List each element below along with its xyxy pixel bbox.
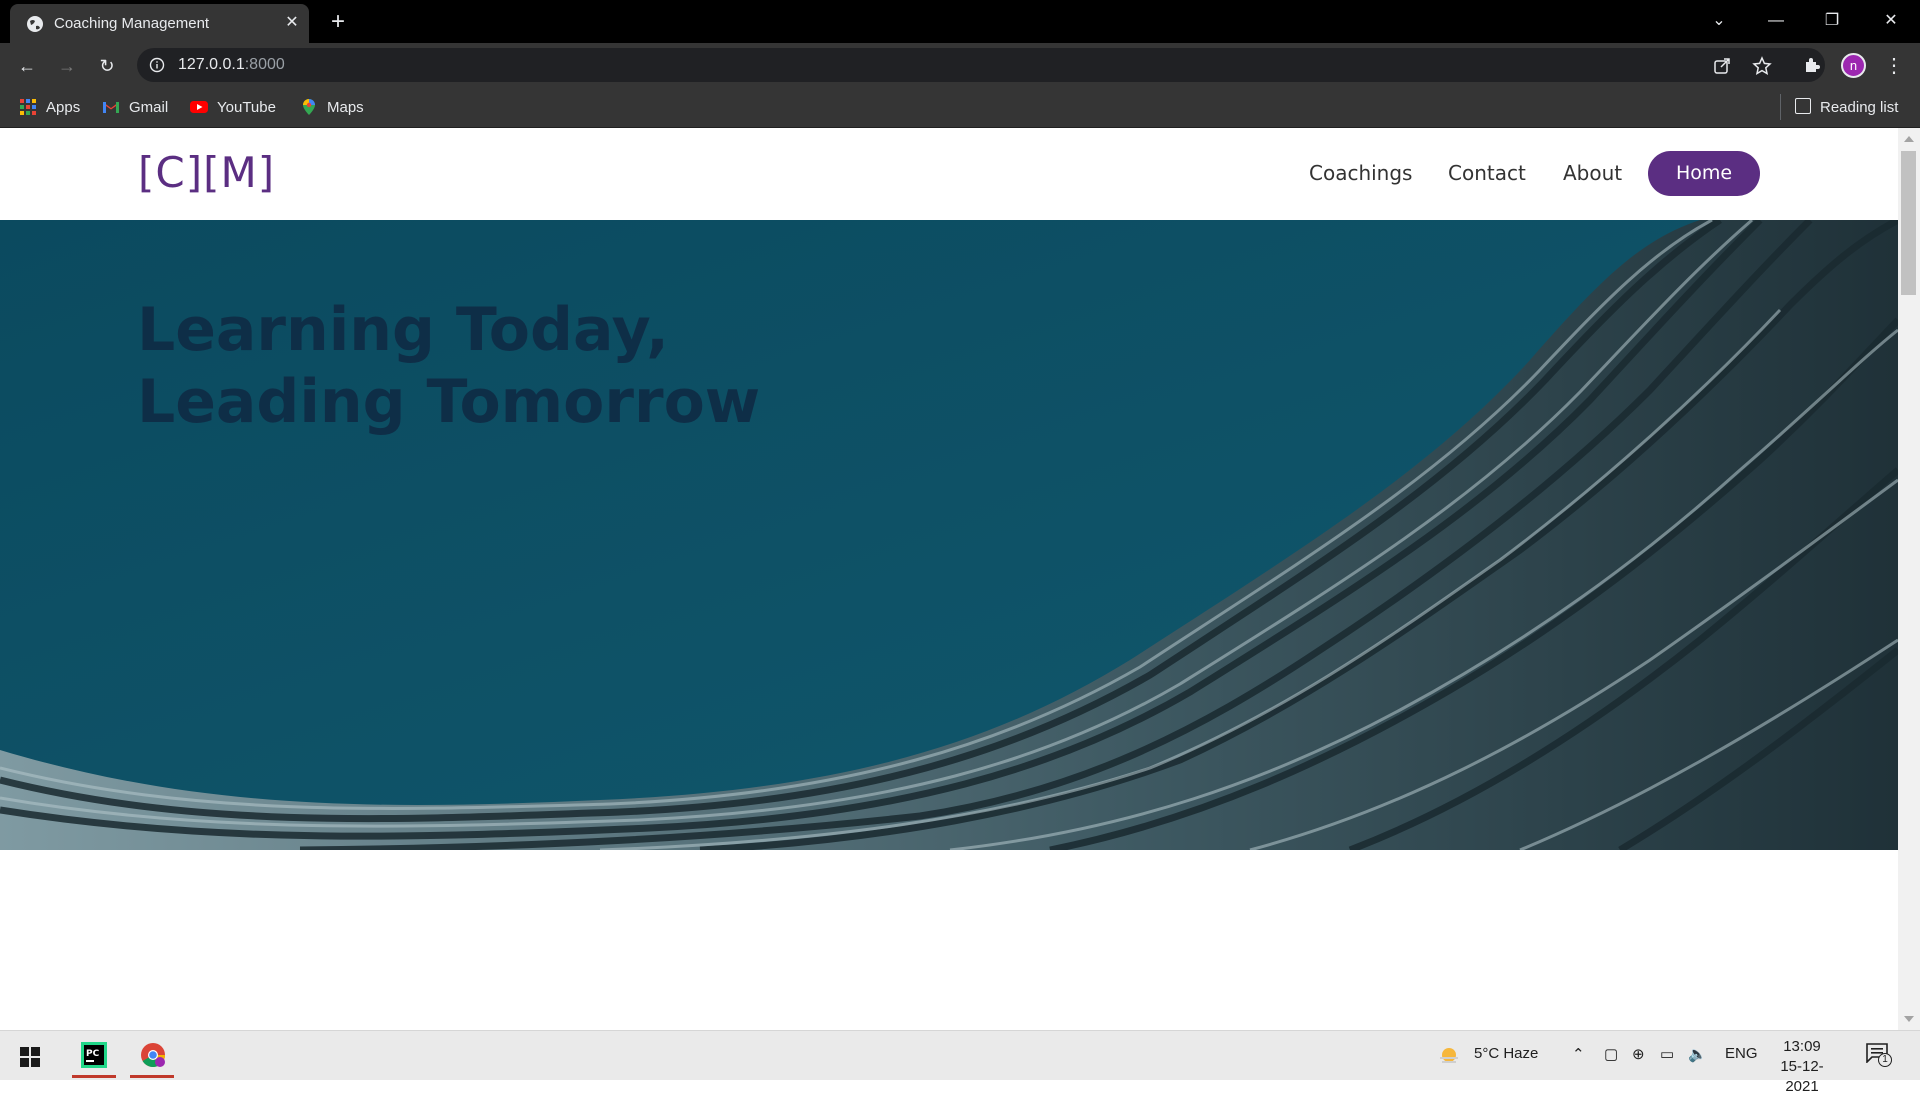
page-scrollbar[interactable] <box>1898 128 1920 1030</box>
reading-list-button[interactable]: Reading list <box>1795 97 1898 119</box>
notification-count-badge: 1 <box>1878 1053 1892 1067</box>
taskbar-chrome[interactable] <box>128 1034 176 1078</box>
nav-about[interactable]: About <box>1563 161 1622 185</box>
browser-toolbar: ← → ↻ 127.0.0.1:8000 n ⋮ <box>0 43 1920 87</box>
scrollbar-thumb[interactable] <box>1901 151 1916 295</box>
tab-title: Coaching Management <box>54 15 210 32</box>
hero-line-2: Leading Tomorrow <box>137 367 761 437</box>
nav-coachings[interactable]: Coachings <box>1309 161 1412 185</box>
scroll-up-icon[interactable] <box>1904 136 1914 142</box>
profile-avatar[interactable]: n <box>1841 53 1866 78</box>
bookmark-apps[interactable]: Apps <box>19 97 80 119</box>
active-indicator <box>72 1075 116 1078</box>
reading-list-label: Reading list <box>1820 99 1899 116</box>
battery-icon[interactable]: ▭ <box>1660 1045 1674 1063</box>
weather-haze-icon[interactable] <box>1437 1044 1461 1068</box>
windows-start-icon[interactable] <box>20 1047 40 1067</box>
globe-icon <box>27 16 43 32</box>
new-tab-button[interactable]: + <box>325 9 351 35</box>
hero-line-1: Learning Today, <box>137 295 669 365</box>
minimize-button[interactable]: — <box>1756 6 1796 36</box>
close-window-button[interactable]: ✕ <box>1871 6 1911 36</box>
bookmarks-divider <box>1780 94 1781 120</box>
show-hidden-icons-icon[interactable]: ⌃ <box>1572 1045 1585 1063</box>
network-globe-icon[interactable]: ⊕ <box>1632 1045 1645 1063</box>
chrome-menu-icon[interactable]: ⋮ <box>1879 51 1909 81</box>
bookmark-label: Apps <box>46 99 81 116</box>
bookmark-gmail[interactable]: Gmail <box>102 97 168 119</box>
browser-tab-strip: Coaching Management ✕ + ⌄ — ❐ ✕ <box>0 0 1920 43</box>
page-viewport: [C][M] Coachings Contact About Home Lear… <box>0 128 1898 1030</box>
forward-button[interactable]: → <box>52 51 82 81</box>
reading-list-icon <box>1795 98 1811 115</box>
hero-banner: Learning Today, Leading Tomorrow <box>0 220 1898 850</box>
tab-search-icon[interactable]: ⌄ <box>1699 6 1739 36</box>
apps-grid-icon <box>20 99 36 116</box>
restore-button[interactable]: ❐ <box>1812 6 1852 36</box>
svg-text:PC: PC <box>86 1049 100 1059</box>
scroll-down-icon[interactable] <box>1904 1016 1914 1022</box>
taskbar-pycharm[interactable]: PC <box>70 1034 118 1078</box>
url-text: 127.0.0.1:8000 <box>178 56 285 73</box>
site-info-icon[interactable] <box>149 57 165 73</box>
extensions-icon[interactable] <box>1802 55 1822 75</box>
taskbar-clock[interactable]: 13:09 15-12-2021 <box>1766 1037 1838 1097</box>
chrome-icon <box>141 1043 165 1068</box>
clock-date: 15-12-2021 <box>1780 1058 1824 1095</box>
site-logo[interactable]: [C][M] <box>138 148 275 197</box>
meet-now-icon[interactable]: ▢ <box>1604 1045 1618 1063</box>
site-header: [C][M] Coachings Contact About Home <box>0 128 1898 220</box>
address-bar[interactable]: 127.0.0.1:8000 <box>137 48 1825 82</box>
back-button[interactable]: ← <box>12 51 42 81</box>
bookmark-maps[interactable]: Maps <box>300 97 364 119</box>
share-icon[interactable] <box>1712 56 1732 76</box>
browser-tab[interactable]: Coaching Management ✕ <box>10 4 309 43</box>
close-tab-icon[interactable]: ✕ <box>282 13 302 33</box>
clock-time: 13:09 <box>1783 1038 1821 1055</box>
active-indicator <box>130 1075 174 1078</box>
gmail-icon <box>103 102 119 114</box>
windows-taskbar: PC 5°C Haze ⌃ ▢ ⊕ ▭ 🔈 ENG 13:09 15-12-20… <box>0 1030 1920 1095</box>
volume-icon[interactable]: 🔈 <box>1688 1045 1707 1063</box>
bookmark-label: Gmail <box>129 99 169 116</box>
home-button[interactable]: Home <box>1648 151 1760 196</box>
language-indicator[interactable]: ENG <box>1725 1045 1758 1062</box>
notifications-button[interactable]: 1 <box>1866 1043 1892 1067</box>
bookmark-label: Maps <box>327 99 364 116</box>
youtube-icon <box>190 101 208 114</box>
pycharm-icon: PC <box>81 1042 107 1068</box>
maps-icon <box>303 99 315 116</box>
nav-contact[interactable]: Contact <box>1448 161 1526 185</box>
hero-title: Learning Today, Leading Tomorrow <box>137 294 760 438</box>
bookmark-label: YouTube <box>217 99 276 116</box>
bookmark-youtube[interactable]: YouTube <box>190 97 276 119</box>
bookmarks-bar: Apps Gmail YouTube Maps Reading list <box>0 87 1920 128</box>
bookmark-star-icon[interactable] <box>1752 56 1772 76</box>
reload-button[interactable]: ↻ <box>92 51 122 81</box>
weather-text[interactable]: 5°C Haze <box>1474 1045 1538 1062</box>
